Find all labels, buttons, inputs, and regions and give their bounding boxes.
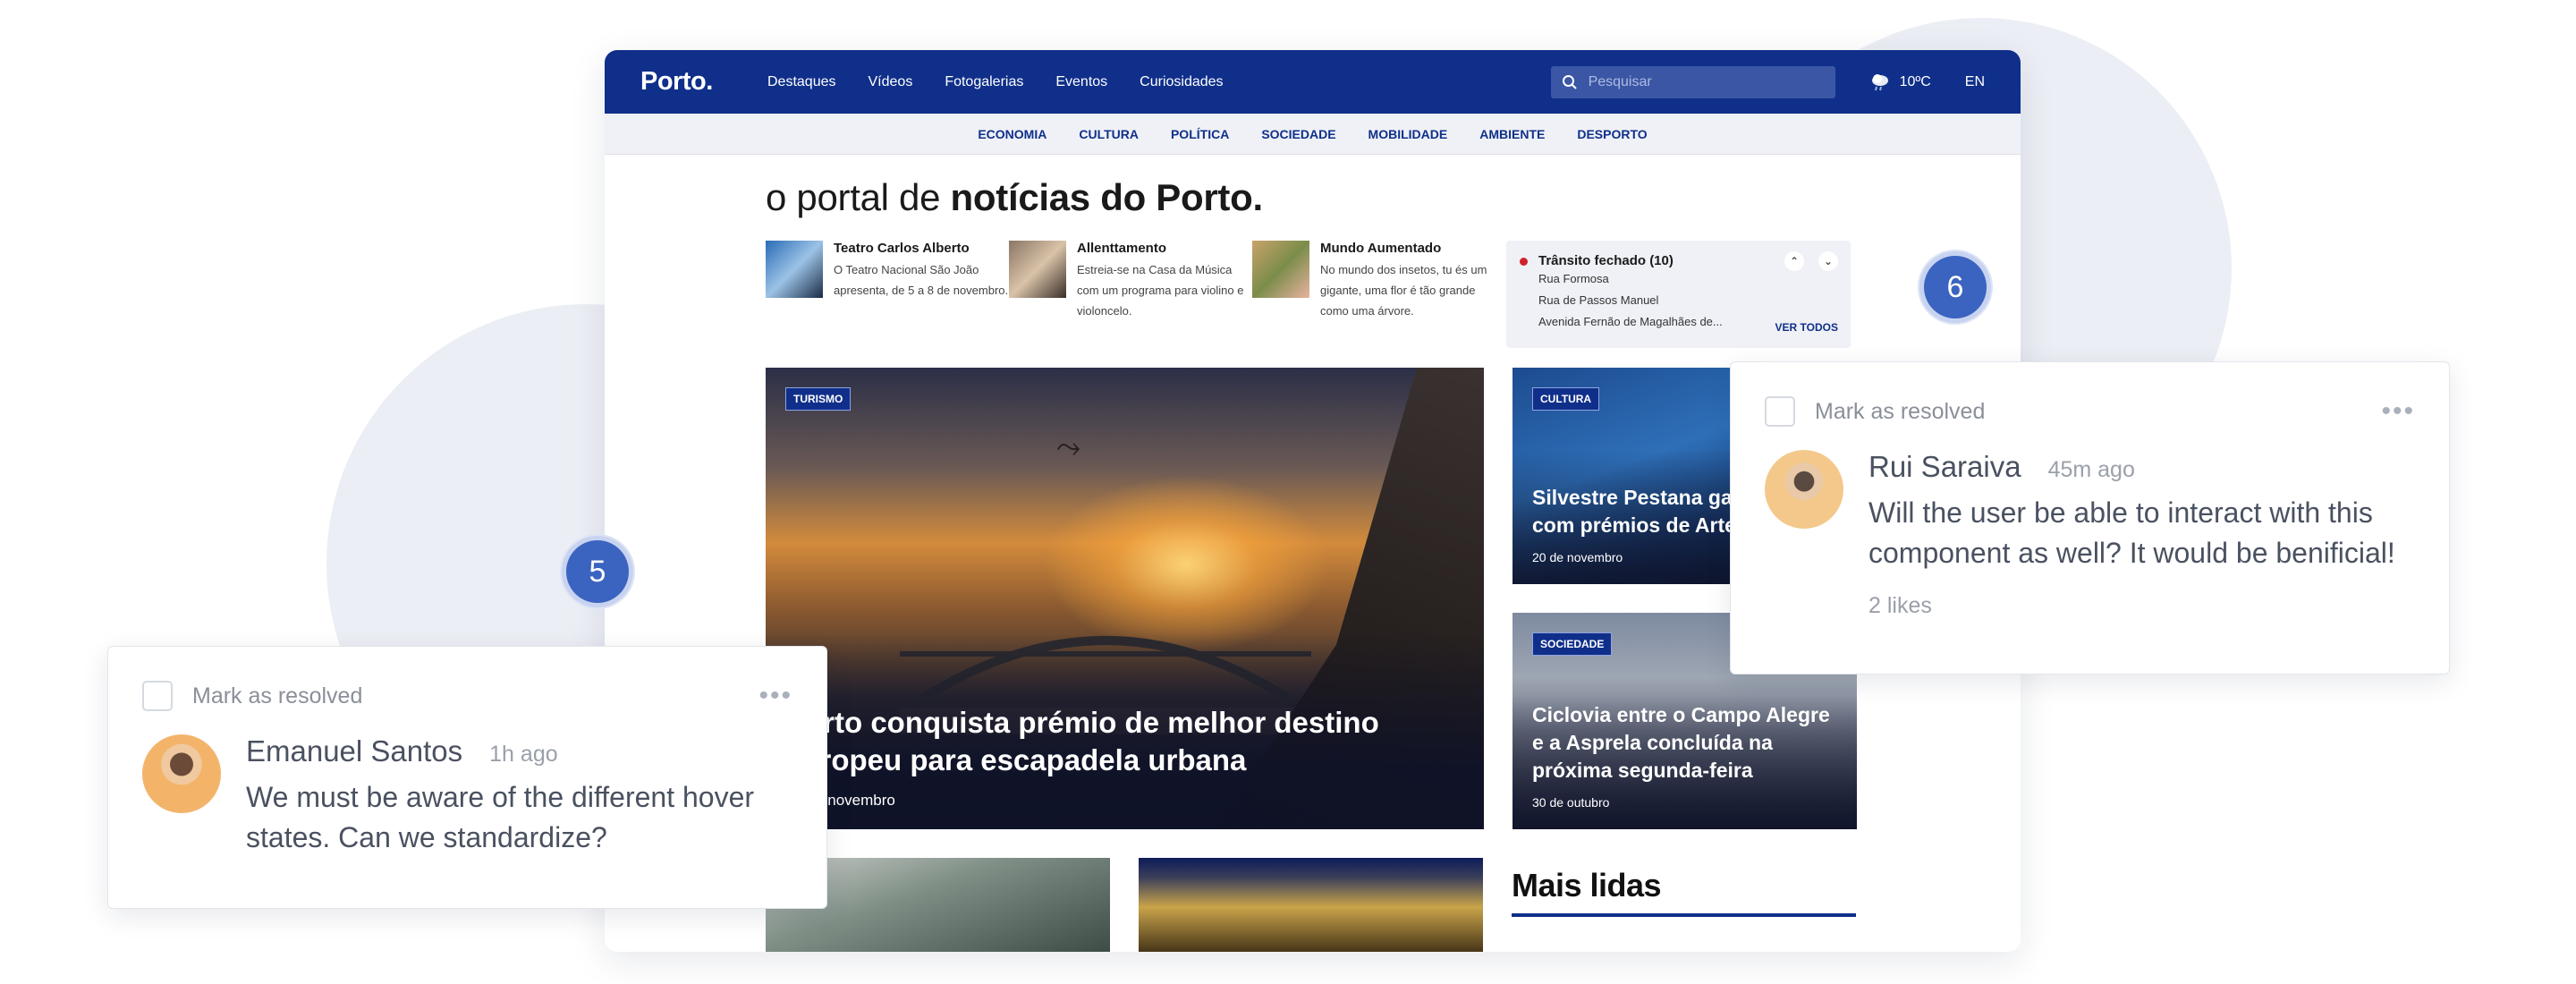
hero-article[interactable]: ⤳ TURISMO Porto conquista prémio de melh… xyxy=(766,368,1484,829)
hero-section: ⤳ TURISMO Porto conquista prémio de melh… xyxy=(766,368,1862,829)
nav-destaques[interactable]: Destaques xyxy=(767,74,836,90)
article-date: 20 de novembro xyxy=(1532,550,1623,564)
comment-text: We must be aware of the different hover … xyxy=(246,781,755,853)
mini-news-item[interactable]: Teatro Carlos Alberto O Teatro Nacional S… xyxy=(766,241,1009,348)
traffic-arrows: ⌃ ⌄ xyxy=(1784,251,1838,271)
bottom-row: Mais lidas xyxy=(766,858,1862,952)
category-bar: ECONOMIA CULTURA POLÍTICA SOCIEDADE MOBI… xyxy=(605,114,2021,155)
news-thumbnail xyxy=(766,241,823,298)
page-title: o portal de notícias do Porto. xyxy=(766,176,1263,218)
comment-time: 1h ago xyxy=(489,742,558,767)
main-content: o portal de notícias do Porto. Teatro Ca… xyxy=(766,176,1862,952)
category-tag[interactable]: TURISMO xyxy=(785,387,852,411)
comment-time: 45m ago xyxy=(2047,457,2135,482)
category-politica[interactable]: POLÍTICA xyxy=(1171,127,1229,141)
comment-header: Mark as resolved ••• xyxy=(1765,382,2415,441)
category-desporto[interactable]: DESPORTO xyxy=(1577,127,1647,141)
mini-news-item[interactable]: Allenttamento Estreia-se na Casa da Músic… xyxy=(1009,241,1252,348)
most-read-title: Mais lidas xyxy=(1512,867,1856,917)
mini-news-text: Estreia-se na Casa da Música com um prog… xyxy=(1077,263,1244,318)
top-navigation: Porto. Destaques Vídeos Fotogalerias Eve… xyxy=(605,50,2021,114)
more-options-icon[interactable]: ••• xyxy=(758,681,792,711)
traffic-widget: Trânsito fechado (10) Rua Formosa Rua de… xyxy=(1506,241,1851,348)
news-thumbnail xyxy=(1009,241,1066,298)
comment-body: Emanuel Santos 1h ago We must be aware of… xyxy=(142,734,792,858)
article-date: 30 de outubro xyxy=(1532,795,1610,810)
comment-card: Mark as resolved ••• Rui Saraiva 45m ago … xyxy=(1730,361,2450,674)
search-icon xyxy=(1562,74,1577,89)
mini-news-title: Allenttamento xyxy=(1077,241,1167,256)
category-economia[interactable]: ECONOMIA xyxy=(978,127,1046,141)
annotation-badge[interactable]: 5 xyxy=(560,534,635,609)
comment-author: Rui Saraiva xyxy=(1868,450,2021,483)
category-sociedade[interactable]: SOCIEDADE xyxy=(1261,127,1335,141)
weather-widget: 10ºC xyxy=(1869,72,1931,92)
comment-likes[interactable]: 2 likes xyxy=(1868,593,2415,619)
see-all-link[interactable]: VER TODOS xyxy=(1775,321,1838,334)
comment-header: Mark as resolved ••• xyxy=(142,666,792,725)
avatar xyxy=(1765,450,1843,529)
category-cultura[interactable]: CULTURA xyxy=(1079,127,1139,141)
nav-eventos[interactable]: Eventos xyxy=(1055,74,1107,90)
comment-card: Mark as resolved ••• Emanuel Santos 1h ag… xyxy=(107,646,827,909)
comment-body: Rui Saraiva 45m ago Will the user be able… xyxy=(1765,450,2415,619)
comment-text: Will the user be able to interact with t… xyxy=(1868,496,2395,569)
nav-curiosidades[interactable]: Curiosidades xyxy=(1140,74,1223,90)
language-switch[interactable]: EN xyxy=(1965,74,1985,90)
nav-fotogalerias[interactable]: Fotogalerias xyxy=(945,74,1023,90)
comment-author: Emanuel Santos xyxy=(246,734,463,768)
hero-title[interactable]: Porto conquista prémio de melhor destino… xyxy=(785,704,1429,779)
mini-news-text: No mundo dos insetos, tu és um gigante, … xyxy=(1320,263,1487,318)
search-input[interactable]: Pesquisar xyxy=(1550,65,1835,98)
badge-number: 5 xyxy=(566,540,629,603)
alert-dot-icon xyxy=(1520,258,1528,266)
category-tag[interactable]: SOCIEDADE xyxy=(1532,632,1613,656)
more-options-icon[interactable]: ••• xyxy=(2381,396,2415,427)
most-read-section: Mais lidas xyxy=(1512,858,1856,917)
mini-news-title: Mundo Aumentado xyxy=(1320,241,1442,256)
traffic-item[interactable]: Rua de Passos Manuel xyxy=(1538,290,1840,311)
category-tag[interactable]: CULTURA xyxy=(1532,387,1600,411)
resolve-label[interactable]: Mark as resolved xyxy=(1815,399,1985,425)
cloud-rain-icon xyxy=(1871,73,1888,90)
mini-news-item[interactable]: Mundo Aumentado No mundo dos insetos, tu … xyxy=(1252,241,1496,348)
chevron-down-icon[interactable]: ⌄ xyxy=(1818,251,1838,271)
bird-icon: ⤳ xyxy=(1056,430,1081,464)
nav-videos[interactable]: Vídeos xyxy=(869,74,913,90)
badge-number: 6 xyxy=(1924,256,1987,318)
resolve-label[interactable]: Mark as resolved xyxy=(192,683,362,709)
mini-news-row: Teatro Carlos Alberto O Teatro Nacional S… xyxy=(766,241,1862,348)
chevron-up-icon[interactable]: ⌃ xyxy=(1784,251,1804,271)
site-logo[interactable]: Porto. xyxy=(640,67,767,97)
mini-news-text: O Teatro Nacional São João apresenta, de… xyxy=(834,263,1009,297)
mini-news-title: Teatro Carlos Alberto xyxy=(834,241,970,256)
resolve-checkbox[interactable] xyxy=(1765,396,1795,427)
article-title[interactable]: Ciclovia entre o Campo Alegre e a Asprel… xyxy=(1532,701,1841,785)
traffic-item[interactable]: Rua Formosa xyxy=(1538,268,1840,290)
search-placeholder: Pesquisar xyxy=(1588,73,1652,89)
news-thumbnail xyxy=(1252,241,1309,298)
category-mobilidade[interactable]: MOBILIDADE xyxy=(1368,127,1448,141)
category-ambiente[interactable]: AMBIENTE xyxy=(1479,127,1545,141)
resolve-checkbox[interactable] xyxy=(142,681,173,711)
annotation-badge[interactable]: 6 xyxy=(1918,250,1993,325)
article-thumbnail[interactable] xyxy=(1139,858,1483,952)
avatar xyxy=(142,734,221,813)
temperature: 10ºC xyxy=(1899,73,1931,89)
